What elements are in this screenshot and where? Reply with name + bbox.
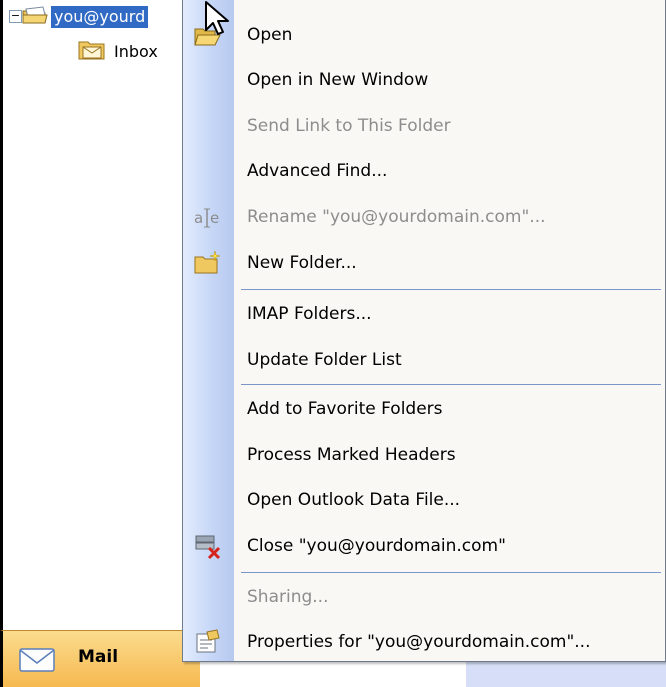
mail-nav-button[interactable]: Mail [0,630,200,687]
menu-item-label: Close "you@yourdomain.com" [247,536,506,556]
menu-item-add-favorite[interactable]: Add to Favorite Folders [183,387,666,431]
inbox-folder-icon [78,37,108,65]
tree-item-account[interactable]: you@yourd [21,5,149,29]
menu-item-properties[interactable]: Properties for "you@yourdomain.com"... [183,620,666,664]
menu-item-open-data-file[interactable]: Open Outlook Data File... [183,478,666,522]
tree-item-inbox[interactable]: Inbox [78,40,158,62]
menu-item-advanced-find[interactable]: Advanced Find... [183,149,666,193]
menu-item-label: Update Folder List [247,350,402,370]
menu-item-open-new-window[interactable]: Open in New Window [183,58,666,102]
svg-text:e: e [210,209,219,227]
menu-item-label: Process Marked Headers [247,445,456,465]
menu-separator [241,289,661,290]
svg-text:a: a [194,209,203,227]
menu-item-label: Sharing... [247,587,329,607]
menu-item-open[interactable]: Open [183,13,666,57]
mouse-pointer-icon [204,0,232,44]
menu-separator [241,384,661,385]
menu-item-process-headers[interactable]: Process Marked Headers [183,433,666,477]
new-folder-icon [193,249,223,277]
menu-item-label: IMAP Folders... [247,304,372,324]
account-folder-icon [21,5,51,29]
menu-item-label: Advanced Find... [247,161,388,181]
menu-item-update-folder-list[interactable]: Update Folder List [183,338,666,382]
close-datafile-icon [193,532,223,560]
menu-item-new-folder[interactable]: New Folder... [183,241,666,285]
menu-item-label: Rename "you@yourdomain.com"... [247,207,546,227]
menu-item-sharing: Sharing... [183,575,666,619]
menu-item-label: Properties for "you@yourdomain.com"... [247,632,591,652]
menu-item-imap-folders[interactable]: IMAP Folders... [183,292,666,336]
mail-nav-label: Mail [78,647,119,667]
menu-item-label: New Folder... [247,253,357,273]
menu-item-label: Add to Favorite Folders [247,399,443,419]
folder-tree: − you@yourd Inbox [0,0,203,630]
rename-icon: a e [193,203,223,231]
menu-item-label: Open Outlook Data File... [247,490,461,510]
menu-item-label: Send Link to This Folder [247,116,451,136]
mail-envelope-icon [17,643,57,679]
properties-icon [193,628,223,656]
menu-separator [241,572,661,573]
menu-item-label: Open [247,25,293,45]
menu-item-close-account[interactable]: Close "you@yourdomain.com" [183,524,666,568]
status-area [466,662,666,687]
menu-item-rename: a e Rename "you@yourdomain.com"... [183,195,666,239]
tree-item-inbox-label: Inbox [114,41,158,61]
context-menu: Open Open in New Window Send Link to Thi… [182,0,666,662]
tree-item-account-label: you@yourd [51,6,149,28]
menu-item-send-link: Send Link to This Folder [183,104,666,148]
menu-item-label: Open in New Window [247,70,429,90]
